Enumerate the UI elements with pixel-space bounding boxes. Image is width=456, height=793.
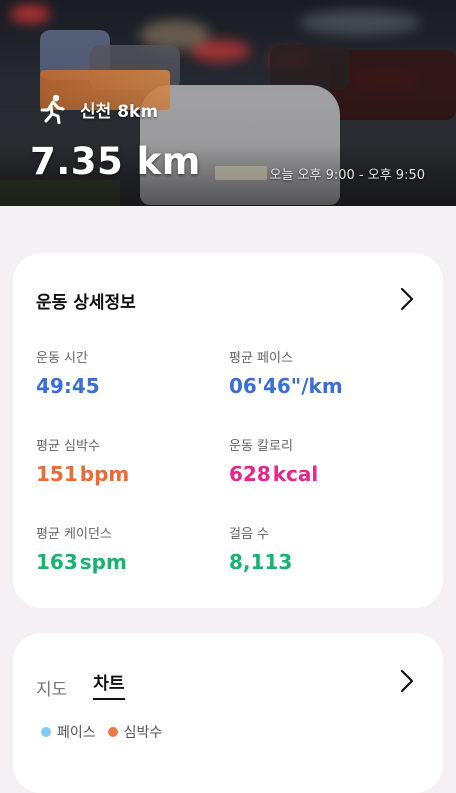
metric-value: 163 spm xyxy=(36,550,127,574)
tab-map[interactable]: 지도 xyxy=(36,675,67,700)
workout-details-card[interactable]: 운동 상세정보 운동 시간 49:45 평균 페이스 06'46"/km 평균 … xyxy=(13,253,443,608)
metric-value: 151 bpm xyxy=(36,462,130,486)
metric-label: 걸음 수 xyxy=(229,527,270,542)
legend-item-pace: 페이스 xyxy=(41,722,96,742)
chart-legend: 페이스 심박수 xyxy=(41,722,174,742)
metric-value: 49:45 xyxy=(36,374,100,398)
map-chart-tabs: 지도 차트 xyxy=(36,669,125,700)
metric-step-count: 걸음 수 8,113 xyxy=(229,523,292,574)
hero-photo: 신천 8km 7.35 km 오늘 오후 9:00 - 오후 9:50 xyxy=(0,0,456,206)
metric-value: 628 kcal xyxy=(229,462,319,486)
total-distance: 7.35 km xyxy=(30,140,201,183)
route-header: 신천 8km xyxy=(38,94,158,124)
legend-item-heart-rate: 심박수 xyxy=(107,722,162,742)
metric-average-pace: 평균 페이스 06'46"/km xyxy=(229,347,343,398)
metric-average-heart-rate: 평균 심박수 151 bpm xyxy=(36,435,129,486)
metric-label: 평균 케이던스 xyxy=(36,527,112,542)
running-person-icon xyxy=(40,94,65,124)
metric-average-cadence: 평균 케이던스 163 spm xyxy=(36,523,127,574)
metric-calories: 운동 칼로리 628 kcal xyxy=(229,435,318,486)
metric-label: 평균 심박수 xyxy=(36,439,100,454)
route-name: 신천 8km xyxy=(80,101,159,122)
metric-label: 평균 페이스 xyxy=(229,351,293,366)
workout-time-range: 오늘 오후 9:00 - 오후 9:50 xyxy=(269,168,426,183)
legend-dot-icon xyxy=(41,727,51,737)
metric-value: 8,113 xyxy=(229,550,293,574)
chevron-right-icon[interactable] xyxy=(399,669,415,693)
legend-dot-icon xyxy=(107,727,118,737)
chevron-right-icon[interactable] xyxy=(399,287,415,311)
metric-label: 운동 칼로리 xyxy=(229,439,293,454)
metric-workout-time: 운동 시간 49:45 xyxy=(36,347,100,398)
metric-label: 운동 시간 xyxy=(36,351,88,366)
card-title: 운동 상세정보 xyxy=(36,293,136,313)
tab-chart[interactable]: 차트 xyxy=(93,669,125,700)
map-chart-card: 지도 차트 페이스 심박수 xyxy=(13,633,443,793)
metric-value: 06'46"/km xyxy=(229,374,343,398)
